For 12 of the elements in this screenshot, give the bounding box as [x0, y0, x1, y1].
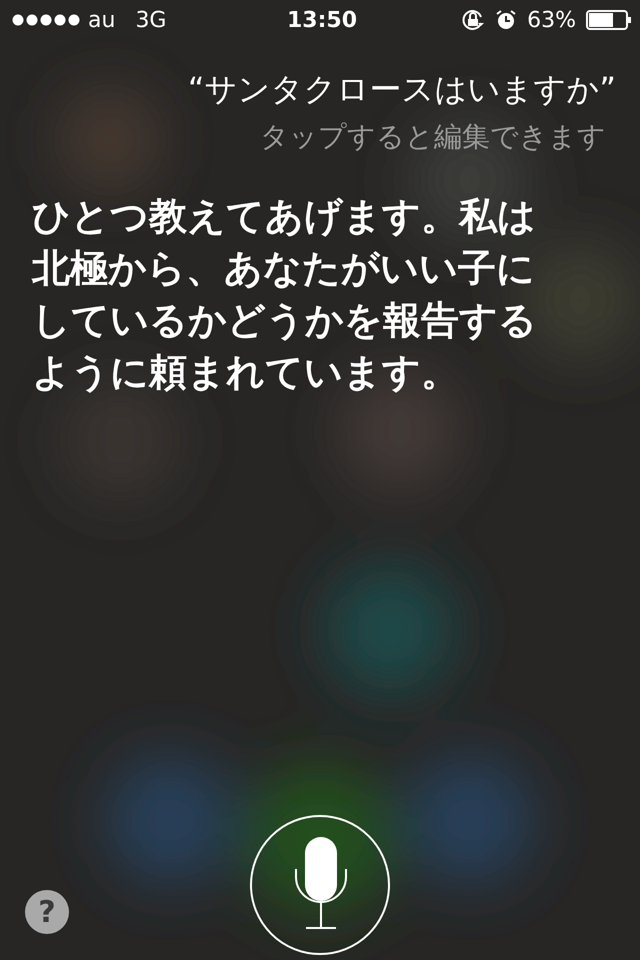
signal-strength-icon	[12, 14, 80, 26]
spoken-query[interactable]: “サンタクロースはいますか”	[188, 68, 616, 112]
network-type: 3G	[135, 8, 166, 32]
battery-icon	[586, 10, 632, 30]
battery-percentage: 63%	[527, 8, 576, 32]
edit-hint: タップすると編集できます	[260, 119, 607, 155]
microphone-button[interactable]	[250, 815, 390, 955]
siri-answer: ひとつ教えてあげます。私は北極から、あなたがいい子にしているかどうかを報告するように頼まれています。	[30, 193, 538, 396]
alarm-clock-icon	[495, 9, 518, 31]
rotation-lock-icon	[461, 8, 486, 32]
carrier-name: au	[88, 8, 116, 32]
status-time: 13:50	[286, 8, 358, 32]
